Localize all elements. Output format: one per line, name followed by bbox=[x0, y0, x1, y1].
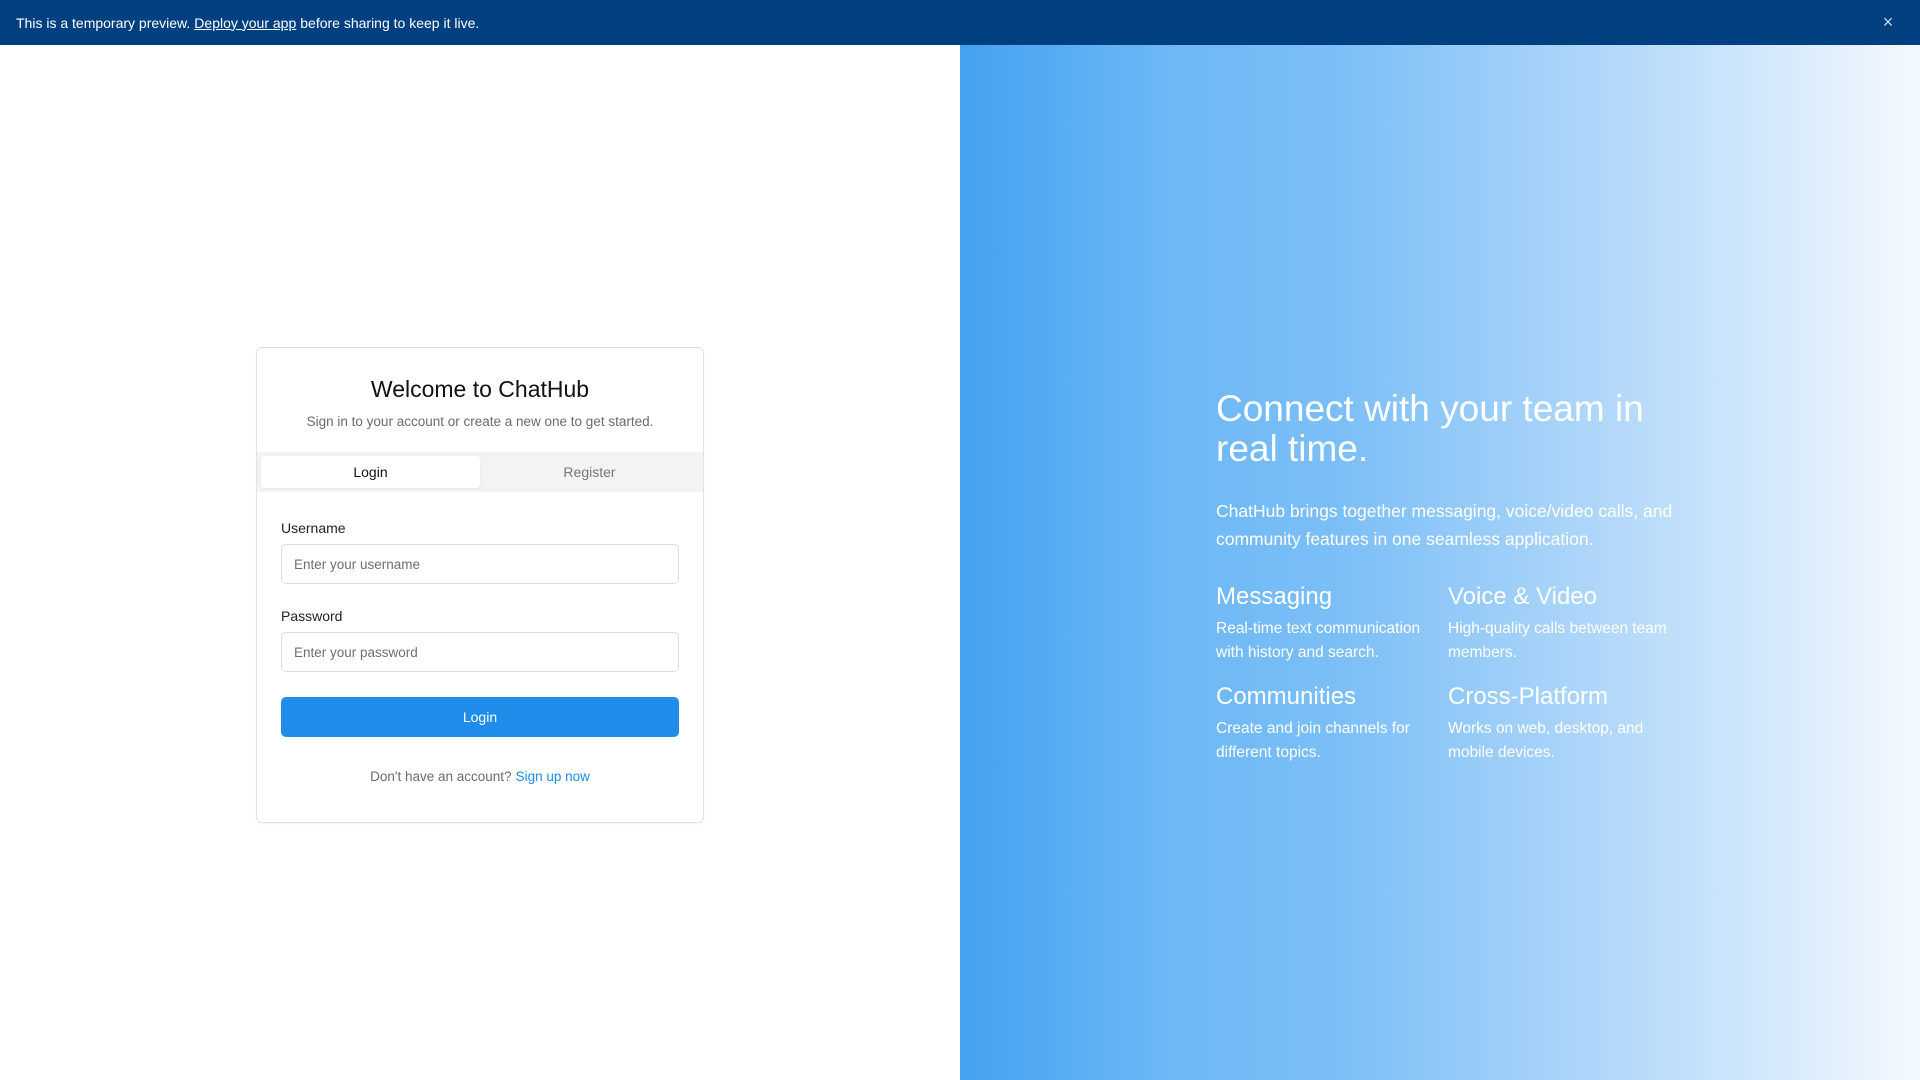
login-button[interactable]: Login bbox=[281, 697, 679, 737]
preview-banner: This is a temporary preview. Deploy your… bbox=[0, 0, 1920, 45]
feature-description: High-quality calls between team members. bbox=[1448, 620, 1667, 661]
password-input[interactable] bbox=[281, 632, 679, 672]
card-title: Welcome to ChatHub bbox=[370, 376, 590, 402]
auth-pane: Welcome to ChatHub Sign in to your accou… bbox=[0, 45, 960, 1080]
hero-pane: Connect with your team in real time. Cha… bbox=[960, 45, 1920, 1080]
hero-description: ChatHub brings together messaging, voice… bbox=[1216, 501, 1673, 549]
signup-line: Don't have an account? Sign up now bbox=[257, 769, 703, 784]
hero-title: Connect with your team in real time. bbox=[1216, 388, 1644, 469]
feature-description: Real-time text communication with histor… bbox=[1216, 620, 1421, 661]
feature-title: Messaging bbox=[1216, 583, 1333, 610]
card-subtitle: Sign in to your account or create a new … bbox=[306, 414, 654, 429]
feature-title: Cross-Platform bbox=[1448, 683, 1609, 710]
feature-grid: Messaging Real-time text communication w… bbox=[1216, 583, 1676, 765]
feature-description: Works on web, desktop, and mobile device… bbox=[1448, 720, 1644, 761]
username-label: Username bbox=[281, 520, 346, 536]
banner-text-after: before sharing to keep it live. bbox=[300, 14, 480, 31]
tab-register[interactable]: Register bbox=[480, 456, 699, 488]
feature-voice-video: Voice & Video High-quality calls between… bbox=[1448, 583, 1668, 665]
auth-card: Welcome to ChatHub Sign in to your accou… bbox=[256, 347, 704, 823]
deploy-app-link[interactable]: Deploy your app bbox=[194, 15, 296, 31]
password-label: Password bbox=[281, 608, 343, 624]
tab-login[interactable]: Login bbox=[261, 456, 480, 488]
auth-tabs: Login Register bbox=[257, 452, 703, 492]
hero-content: Connect with your team in real time. Cha… bbox=[1216, 389, 1676, 765]
banner-text: This is a temporary preview. bbox=[16, 14, 191, 31]
feature-cross-platform: Cross-Platform Works on web, desktop, an… bbox=[1448, 683, 1668, 765]
close-icon[interactable]: × bbox=[1878, 12, 1898, 32]
feature-title: Communities bbox=[1216, 683, 1357, 710]
signup-link[interactable]: Sign up now bbox=[516, 769, 590, 784]
username-input[interactable] bbox=[281, 544, 679, 584]
feature-messaging: Messaging Real-time text communication w… bbox=[1216, 583, 1448, 665]
feature-description: Create and join channels for different t… bbox=[1216, 720, 1410, 761]
feature-communities: Communities Create and join channels for… bbox=[1216, 683, 1448, 765]
signup-prompt: Don't have an account? bbox=[370, 769, 512, 784]
feature-title: Voice & Video bbox=[1448, 583, 1598, 610]
